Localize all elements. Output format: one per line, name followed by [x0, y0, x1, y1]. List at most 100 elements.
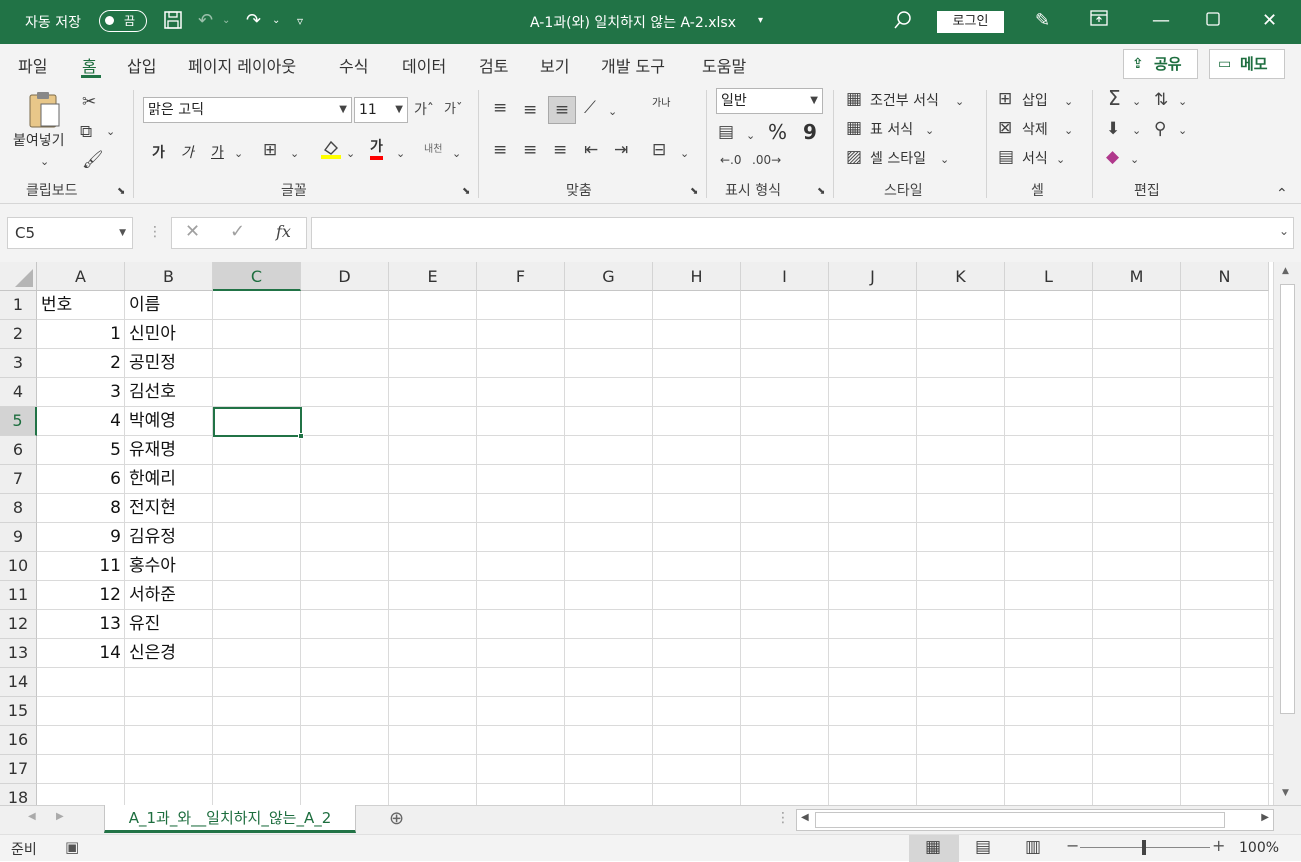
- h-scroll-thumb[interactable]: [815, 812, 1225, 828]
- row-header-4[interactable]: 4: [0, 378, 37, 407]
- scroll-left-icon[interactable]: ◀: [801, 812, 809, 823]
- chevron-down-icon[interactable]: ⌄: [1056, 150, 1065, 170]
- cell-b13[interactable]: 신은경: [129, 639, 176, 667]
- cell-b5[interactable]: 박예영: [129, 407, 176, 435]
- column-header-c[interactable]: C: [213, 262, 301, 291]
- zoom-out-icon[interactable]: −: [1066, 836, 1079, 855]
- column-header-l[interactable]: L: [1005, 262, 1093, 291]
- search-icon[interactable]: [893, 10, 913, 36]
- increase-font-icon[interactable]: 가ˆ: [414, 100, 434, 120]
- row-header-7[interactable]: 7: [0, 465, 37, 494]
- share-button[interactable]: ⇪ 공유: [1123, 49, 1198, 79]
- column-header-h[interactable]: H: [653, 262, 741, 291]
- cell-style-icon[interactable]: ▨: [846, 147, 862, 167]
- wrap-text-button[interactable]: 가나: [652, 98, 670, 109]
- row-header-5[interactable]: 5: [0, 407, 37, 436]
- fill-handle[interactable]: [298, 433, 304, 439]
- accounting-dropdown-icon[interactable]: ⌄: [746, 126, 755, 146]
- merge-dropdown-icon[interactable]: ⌄: [680, 144, 689, 164]
- cell-a1[interactable]: 번호: [41, 291, 72, 319]
- row-header-17[interactable]: 17: [0, 755, 37, 784]
- save-icon[interactable]: [163, 10, 183, 36]
- copy-dropdown-icon[interactable]: ⌄: [106, 122, 115, 142]
- cell-a10[interactable]: 11: [37, 552, 121, 580]
- row-header-1[interactable]: 1: [0, 291, 37, 320]
- align-center-icon[interactable]: ≡: [523, 140, 537, 160]
- column-header-f[interactable]: F: [477, 262, 565, 291]
- next-sheet-icon[interactable]: ▶: [56, 811, 64, 822]
- insert-cells-button[interactable]: 삽입: [1022, 90, 1048, 110]
- column-header-d[interactable]: D: [301, 262, 389, 291]
- conditional-format-button[interactable]: 조건부 서식: [870, 90, 939, 110]
- accounting-format-icon[interactable]: ▤: [718, 122, 734, 142]
- customize-toolbar-icon[interactable]: ▿: [297, 10, 303, 32]
- paste-label[interactable]: 붙여넣기: [13, 130, 65, 150]
- cell-a6[interactable]: 5: [37, 436, 121, 464]
- undo-dropdown-icon[interactable]: ⌄: [222, 10, 230, 32]
- undo-icon[interactable]: ↶: [198, 10, 213, 32]
- increase-indent-icon[interactable]: ⇥: [614, 140, 628, 160]
- delete-cells-icon[interactable]: ⊠: [998, 118, 1012, 138]
- fill-dropdown-icon[interactable]: ⌄: [1132, 121, 1141, 141]
- format-painter-icon[interactable]: 🖌: [82, 150, 104, 170]
- active-cell-border[interactable]: [213, 407, 302, 437]
- column-header-i[interactable]: I: [741, 262, 829, 291]
- align-right-icon[interactable]: ≡: [553, 140, 567, 160]
- splitter-handle-icon[interactable]: ⋮: [776, 810, 790, 826]
- find-dropdown-icon[interactable]: ⌄: [1178, 121, 1187, 141]
- column-header-a[interactable]: A: [37, 262, 125, 291]
- maximize-icon[interactable]: [1206, 10, 1220, 32]
- align-left-icon[interactable]: ≡: [493, 140, 507, 160]
- format-cells-button[interactable]: 서식: [1022, 148, 1048, 168]
- sort-filter-icon[interactable]: ⇅: [1154, 90, 1168, 110]
- vertical-scrollbar[interactable]: ▲ ▼: [1273, 262, 1301, 805]
- chevron-down-icon[interactable]: ⌄: [1064, 92, 1073, 112]
- column-header-m[interactable]: M: [1093, 262, 1181, 291]
- row-header-18[interactable]: 18: [0, 784, 37, 805]
- border-icon[interactable]: ⊞: [263, 140, 277, 160]
- row-header-11[interactable]: 11: [0, 581, 37, 610]
- cell-b9[interactable]: 김유정: [129, 523, 176, 551]
- cell-styles-button[interactable]: 셀 스타일: [870, 148, 926, 168]
- insert-function-icon[interactable]: fx: [276, 222, 291, 241]
- increase-decimal-icon[interactable]: ←.0: [720, 150, 742, 170]
- decrease-indent-icon[interactable]: ⇤: [584, 140, 598, 160]
- accessibility-icon[interactable]: ▣: [65, 838, 79, 856]
- phonetic-dropdown-icon[interactable]: ⌄: [452, 144, 461, 164]
- column-header-e[interactable]: E: [389, 262, 477, 291]
- row-header-3[interactable]: 3: [0, 349, 37, 378]
- font-size-select[interactable]: 11 ▼: [354, 97, 408, 123]
- alignment-launcher-icon[interactable]: ⬊: [690, 182, 698, 202]
- table-format-icon[interactable]: ▦: [846, 118, 862, 138]
- chevron-down-icon[interactable]: ⌄: [940, 150, 949, 170]
- underline-button[interactable]: 가: [211, 142, 224, 162]
- orientation-icon[interactable]: ⟋: [584, 98, 596, 118]
- column-header-g[interactable]: G: [565, 262, 653, 291]
- cell-a3[interactable]: 2: [37, 349, 121, 377]
- tab-page-layout[interactable]: 페이지 레이아웃: [188, 53, 296, 77]
- title-dropdown-icon[interactable]: ▾: [758, 10, 763, 32]
- login-button[interactable]: 로그인: [937, 11, 1004, 33]
- scroll-down-icon[interactable]: ▼: [1282, 788, 1289, 798]
- underline-dropdown-icon[interactable]: ⌄: [234, 144, 243, 164]
- redo-dropdown-icon[interactable]: ⌄: [272, 10, 280, 32]
- cell-b1[interactable]: 이름: [129, 291, 160, 319]
- tab-file[interactable]: 파일: [18, 53, 47, 77]
- delete-cells-button[interactable]: 삭제: [1022, 119, 1048, 139]
- formula-input[interactable]: ⌄: [311, 217, 1294, 249]
- cell-b8[interactable]: 전지현: [129, 494, 176, 522]
- cell-b3[interactable]: 공민정: [129, 349, 176, 377]
- scroll-up-icon[interactable]: ▲: [1282, 266, 1289, 276]
- chevron-down-icon[interactable]: ⌄: [955, 92, 964, 112]
- row-header-8[interactable]: 8: [0, 494, 37, 523]
- minimize-icon[interactable]: —: [1152, 10, 1170, 32]
- format-as-table-button[interactable]: 표 서식: [870, 119, 913, 139]
- font-color-dropdown-icon[interactable]: ⌄: [396, 144, 405, 164]
- column-header-b[interactable]: B: [125, 262, 213, 291]
- number-format-select[interactable]: 일반 ▼: [716, 88, 823, 114]
- fill-dropdown-icon[interactable]: ⌄: [346, 144, 355, 164]
- clear-dropdown-icon[interactable]: ⌄: [1130, 150, 1139, 170]
- normal-view-button[interactable]: ▦: [909, 835, 959, 862]
- cut-icon[interactable]: ✂: [82, 92, 96, 112]
- column-header-n[interactable]: N: [1181, 262, 1269, 291]
